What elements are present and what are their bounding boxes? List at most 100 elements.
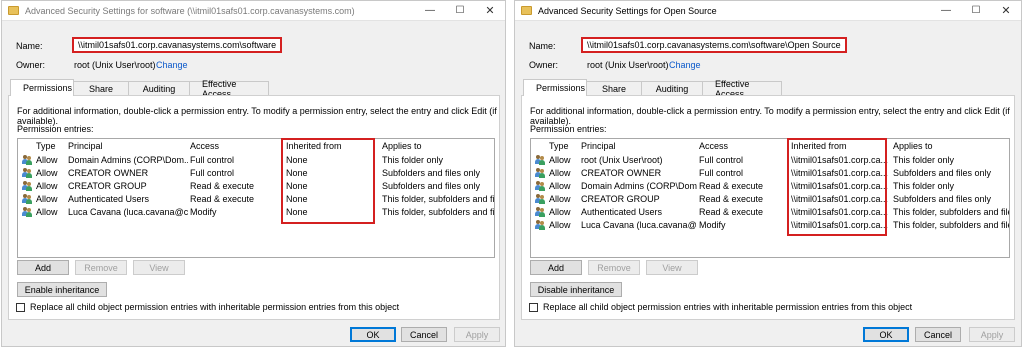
users-icon	[22, 207, 33, 217]
row-type: Allow	[549, 207, 571, 217]
row-applies: This folder, subfolders and files	[893, 220, 1009, 230]
table-row[interactable]: Allow Domain Admins (CORP\Dom... Full co…	[18, 154, 494, 167]
table-row[interactable]: Allow Authenticated Users Read & execute…	[531, 206, 1009, 219]
maximize-icon[interactable]: ☐	[961, 1, 991, 21]
view-button[interactable]: View	[646, 260, 698, 275]
table-row[interactable]: Allow root (Unix User\root) Full control…	[531, 154, 1009, 167]
column-access[interactable]: Access	[190, 141, 219, 151]
cancel-button[interactable]: Cancel	[401, 327, 447, 342]
row-type: Allow	[549, 155, 571, 165]
row-type: Allow	[549, 168, 571, 178]
row-access: Read & execute	[190, 194, 255, 204]
owner-label: Owner:	[529, 60, 559, 70]
column-principal[interactable]: Principal	[581, 141, 616, 151]
users-icon	[535, 207, 546, 217]
checkbox-box[interactable]	[16, 302, 25, 312]
column-applies-to[interactable]: Applies to	[893, 141, 933, 151]
table-row[interactable]: Allow Authenticated Users Read & execute…	[18, 193, 494, 206]
row-access: Full control	[190, 168, 235, 178]
tab-effective-access[interactable]: Effective Access	[702, 79, 782, 99]
row-type: Allow	[549, 194, 571, 204]
add-button[interactable]: Add	[530, 260, 582, 275]
row-principal: CREATOR GROUP	[68, 181, 147, 191]
row-access: Read & execute	[699, 194, 764, 204]
tab-permissions[interactable]: Permissions	[523, 79, 587, 96]
tab-share[interactable]: Share	[73, 81, 129, 96]
name-value[interactable]: \\itmil01safs01.corp.cavanasystems.com\s…	[72, 37, 283, 53]
table-row[interactable]: Allow Luca Cavana (luca.cavana@c... Modi…	[18, 206, 494, 219]
replace-child-permissions-checkbox[interactable]: Replace all child object permission entr…	[529, 302, 912, 312]
row-access: Read & execute	[699, 181, 764, 191]
table-row[interactable]: Allow CREATOR OWNER Full control None Su…	[18, 167, 494, 180]
tab-auditing[interactable]: Auditing	[641, 81, 703, 96]
tab-effective-access[interactable]: Effective Access	[189, 79, 269, 99]
row-type: Allow	[36, 181, 58, 191]
cancel-button[interactable]: Cancel	[915, 327, 961, 342]
apply-button[interactable]: Apply	[969, 327, 1015, 342]
permissions-panel: For additional information, double-click…	[521, 95, 1015, 320]
replace-child-permissions-checkbox[interactable]: Replace all child object permission entr…	[16, 302, 399, 312]
enable-inheritance-button[interactable]: Enable inheritance	[17, 282, 107, 297]
row-applies: This folder, subfolders and files	[382, 194, 494, 204]
row-access: Full control	[699, 155, 744, 165]
row-applies: Subfolders and files only	[893, 194, 992, 204]
change-owner-link[interactable]: Change	[669, 60, 701, 70]
close-icon[interactable]: ✕	[475, 1, 505, 21]
right-security-dialog: Advanced Security Settings for Open Sour…	[514, 0, 1022, 347]
minimize-icon[interactable]: —	[415, 1, 445, 21]
close-icon[interactable]: ✕	[991, 1, 1021, 21]
title-bar[interactable]: Advanced Security Settings for Open Sour…	[515, 1, 1021, 21]
column-principal[interactable]: Principal	[68, 141, 103, 151]
row-applies: This folder only	[893, 155, 955, 165]
tab-auditing[interactable]: Auditing	[128, 81, 190, 96]
permission-entries-label: Permission entries:	[17, 124, 94, 134]
ok-button[interactable]: OK	[863, 327, 909, 342]
maximize-icon[interactable]: ☐	[445, 1, 475, 21]
column-type[interactable]: Type	[36, 141, 56, 151]
users-icon	[22, 194, 33, 204]
name-label: Name:	[529, 41, 556, 51]
tab-permissions[interactable]: Permissions	[10, 79, 74, 96]
remove-button[interactable]: Remove	[75, 260, 127, 275]
column-applies-to[interactable]: Applies to	[382, 141, 422, 151]
row-applies: Subfolders and files only	[382, 168, 481, 178]
row-principal: Domain Admins (CORP\Dom...	[68, 155, 188, 165]
permission-entries-list[interactable]: Type Principal Access Inherited from App…	[17, 138, 495, 258]
highlight-inherited-column	[281, 138, 375, 224]
table-row[interactable]: Allow Domain Admins (CORP\Dom... Read & …	[531, 180, 1009, 193]
permission-entries-list[interactable]: Type Principal Access Inherited from App…	[530, 138, 1010, 258]
view-button[interactable]: View	[133, 260, 185, 275]
table-row[interactable]: Allow CREATOR OWNER Full control \\itmil…	[531, 167, 1009, 180]
table-row[interactable]: Allow CREATOR GROUP Read & execute \\itm…	[531, 193, 1009, 206]
remove-button[interactable]: Remove	[588, 260, 640, 275]
info-text: For additional information, double-click…	[530, 106, 1010, 126]
owner-value: root (Unix User\root)	[587, 60, 669, 70]
row-applies: Subfolders and files only	[382, 181, 481, 191]
title-bar[interactable]: Advanced Security Settings for software …	[2, 1, 505, 21]
users-icon	[535, 181, 546, 191]
change-owner-link[interactable]: Change	[156, 60, 188, 70]
row-principal: Domain Admins (CORP\Dom...	[581, 181, 697, 191]
column-type[interactable]: Type	[549, 141, 569, 151]
users-icon	[535, 155, 546, 165]
checkbox-box[interactable]	[529, 302, 538, 312]
table-row[interactable]: Allow CREATOR GROUP Read & execute None …	[18, 180, 494, 193]
apply-button[interactable]: Apply	[454, 327, 500, 342]
add-button[interactable]: Add	[17, 260, 69, 275]
permissions-panel: For additional information, double-click…	[8, 95, 500, 320]
row-access: Read & execute	[699, 207, 764, 217]
minimize-icon[interactable]: —	[931, 1, 961, 21]
row-applies: This folder only	[382, 155, 444, 165]
ok-button[interactable]: OK	[350, 327, 396, 342]
row-principal: root (Unix User\root)	[581, 155, 663, 165]
row-type: Allow	[36, 168, 58, 178]
name-label: Name:	[16, 41, 43, 51]
tab-strip: Permissions Share Auditing Effective Acc…	[523, 79, 782, 99]
name-value[interactable]: \\itmil01safs01.corp.cavanasystems.com\s…	[581, 37, 847, 53]
disable-inheritance-button[interactable]: Disable inheritance	[530, 282, 622, 297]
table-row[interactable]: Allow Luca Cavana (luca.cavana@c... Modi…	[531, 219, 1009, 232]
tab-share[interactable]: Share	[586, 81, 642, 96]
column-access[interactable]: Access	[699, 141, 728, 151]
folder-icon	[8, 6, 19, 15]
row-principal: CREATOR OWNER	[68, 168, 149, 178]
